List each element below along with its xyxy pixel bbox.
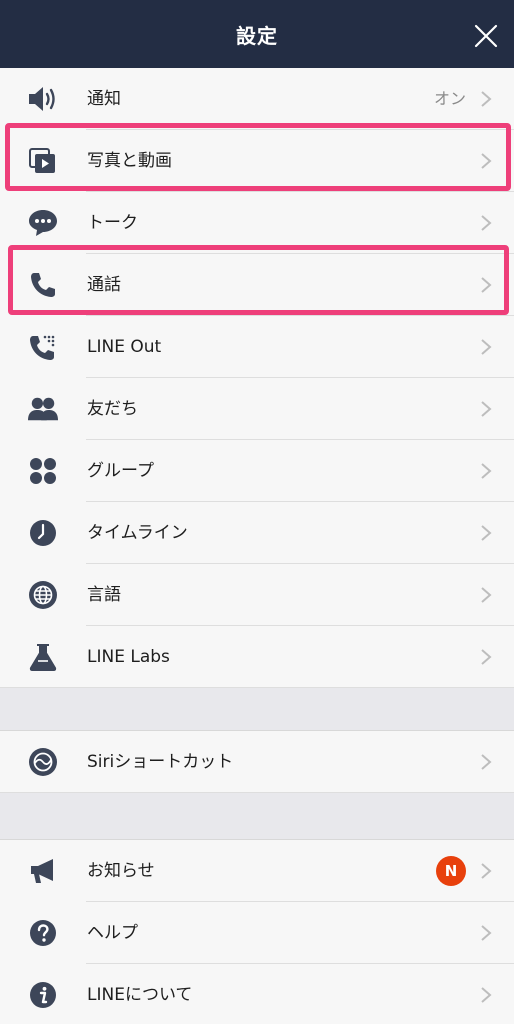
settings-item-about-line[interactable]: LINEについて [0,964,514,1024]
settings-item-label: ヘルプ [87,923,138,943]
info-icon [28,981,58,1009]
settings-list-info: お知らせ N ヘルプ LINEについて [0,839,514,1024]
chevron-right-icon [481,863,492,879]
megaphone-icon [28,857,58,885]
chevron-right-icon [481,925,492,941]
settings-item-timeline[interactable]: タイムライン [0,502,514,564]
settings-item-groups[interactable]: グループ [0,440,514,502]
settings-item-siri-shortcuts[interactable]: Siriショートカット [0,731,514,793]
settings-item-friends[interactable]: 友だち [0,378,514,440]
settings-item-label: 通知 [87,89,121,109]
chevron-right-icon [481,401,492,417]
chevron-right-icon [481,587,492,603]
globe-icon [28,581,58,609]
page-title: 設定 [236,24,278,48]
settings-item-label: LINE Labs [87,647,170,667]
chevron-right-icon [481,754,492,770]
section-gap [0,688,514,730]
settings-item-label: タイムライン [87,523,188,543]
siri-icon [28,748,58,776]
section-gap [0,793,514,839]
settings-item-language[interactable]: 言語 [0,564,514,626]
chevron-right-icon [481,463,492,479]
settings-item-line-out[interactable]: LINE Out [0,316,514,378]
settings-item-label: トーク [87,213,138,233]
speaker-icon [28,85,58,113]
settings-item-photos-videos[interactable]: 写真と動画 [0,130,514,192]
settings-item-label: お知らせ [87,861,155,881]
settings-item-line-labs[interactable]: LINE Labs [0,626,514,688]
chevron-right-icon [481,987,492,1003]
chevron-right-icon [481,277,492,293]
settings-item-label: グループ [87,461,154,481]
settings-item-news[interactable]: お知らせ N [0,840,514,902]
settings-item-label: Siriショートカット [87,752,234,772]
settings-item-label: 言語 [87,585,121,605]
settings-item-label: 友だち [87,399,138,419]
new-badge: N [436,856,466,886]
photo-video-icon [28,147,58,175]
chevron-right-icon [481,215,492,231]
friends-icon [28,395,58,423]
close-icon[interactable] [474,24,498,48]
settings-item-value: オン [433,89,466,108]
settings-item-chats[interactable]: トーク [0,192,514,254]
help-icon [28,919,58,947]
settings-item-label: 写真と動画 [87,151,172,171]
chevron-right-icon [481,525,492,541]
group-icon [28,457,58,485]
settings-item-notifications[interactable]: 通知 オン [0,68,514,130]
settings-item-label: 通話 [87,275,121,295]
chat-bubble-icon [28,209,58,237]
chevron-right-icon [481,649,492,665]
phone-out-icon [28,333,58,361]
app-header: 設定 [0,0,514,68]
settings-item-label: LINE Out [87,337,162,357]
flask-icon [28,643,58,671]
clock-icon [28,519,58,547]
phone-icon [28,271,58,299]
settings-item-calls[interactable]: 通話 [0,254,514,316]
settings-item-help[interactable]: ヘルプ [0,902,514,964]
chevron-right-icon [481,153,492,169]
settings-list-main: 通知 オン 写真と動画 トーク 通話 LINE Out 友だち グループ タイム… [0,68,514,688]
chevron-right-icon [481,339,492,355]
settings-item-label: LINEについて [87,985,193,1005]
chevron-right-icon [481,91,492,107]
settings-list-siri: Siriショートカット [0,730,514,793]
